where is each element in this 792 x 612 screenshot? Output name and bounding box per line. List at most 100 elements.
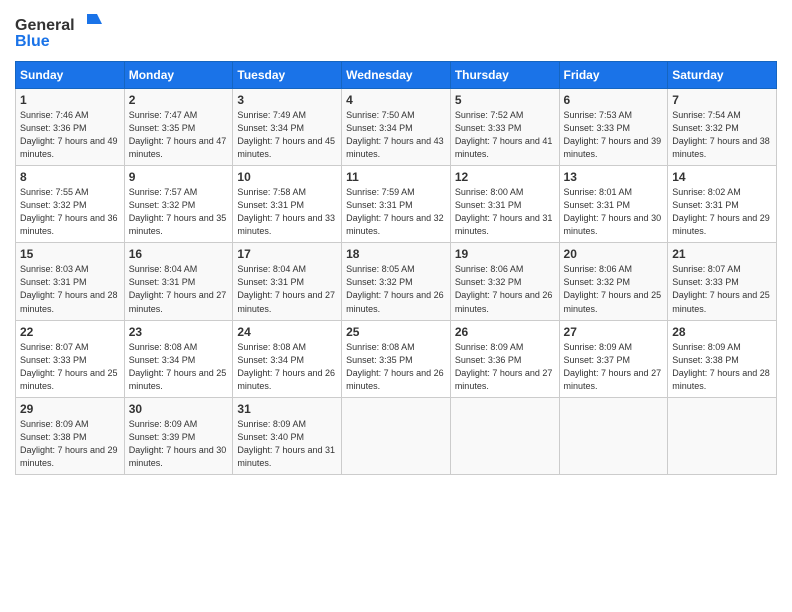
col-header-monday: Monday [124, 62, 233, 89]
day-number: 8 [20, 170, 120, 184]
calendar-cell: 25Sunrise: 8:08 AMSunset: 3:35 PMDayligh… [342, 320, 451, 397]
day-info: Sunrise: 7:49 AMSunset: 3:34 PMDaylight:… [237, 109, 337, 161]
day-number: 24 [237, 325, 337, 339]
col-header-wednesday: Wednesday [342, 62, 451, 89]
calendar-cell: 10Sunrise: 7:58 AMSunset: 3:31 PMDayligh… [233, 166, 342, 243]
day-number: 15 [20, 247, 120, 261]
calendar-cell: 7 Sunrise: 7:54 AMSunset: 3:32 PMDaylight… [668, 89, 777, 166]
day-info: Sunrise: 8:09 AMSunset: 3:38 PMDaylight:… [672, 341, 772, 393]
day-info: Sunrise: 8:09 AMSunset: 3:36 PMDaylight:… [455, 341, 555, 393]
day-info: Sunrise: 8:07 AMSunset: 3:33 PMDaylight:… [672, 263, 772, 315]
calendar-cell [450, 397, 559, 474]
day-number: 10 [237, 170, 337, 184]
day-number: 17 [237, 247, 337, 261]
week-row-1: 8 Sunrise: 7:55 AMSunset: 3:32 PMDaylight… [16, 166, 777, 243]
day-number: 18 [346, 247, 446, 261]
col-header-sunday: Sunday [16, 62, 125, 89]
day-number: 27 [564, 325, 664, 339]
logo-block: General Blue [15, 10, 105, 55]
calendar-cell [668, 397, 777, 474]
day-info: Sunrise: 7:47 AMSunset: 3:35 PMDaylight:… [129, 109, 229, 161]
week-row-2: 15 Sunrise: 8:03 AMSunset: 3:31 PMDayligh… [16, 243, 777, 320]
day-info: Sunrise: 7:55 AMSunset: 3:32 PMDaylight:… [20, 186, 120, 238]
day-info: Sunrise: 8:04 AMSunset: 3:31 PMDaylight:… [237, 263, 337, 315]
calendar-cell: 9 Sunrise: 7:57 AMSunset: 3:32 PMDaylight… [124, 166, 233, 243]
calendar-cell: 5 Sunrise: 7:52 AMSunset: 3:33 PMDaylight… [450, 89, 559, 166]
day-number: 14 [672, 170, 772, 184]
day-info: Sunrise: 8:09 AMSunset: 3:39 PMDaylight:… [129, 418, 229, 470]
day-number: 19 [455, 247, 555, 261]
day-info: Sunrise: 7:52 AMSunset: 3:33 PMDaylight:… [455, 109, 555, 161]
calendar-cell: 31 Sunrise: 8:09 AMSunset: 3:40 PMDayligh… [233, 397, 342, 474]
day-info: Sunrise: 7:57 AMSunset: 3:32 PMDaylight:… [129, 186, 229, 238]
day-info: Sunrise: 8:09 AMSunset: 3:38 PMDaylight:… [20, 418, 120, 470]
calendar-cell: 24 Sunrise: 8:08 AMSunset: 3:34 PMDayligh… [233, 320, 342, 397]
day-number: 1 [20, 93, 120, 107]
day-number: 12 [455, 170, 555, 184]
calendar-cell: 30Sunrise: 8:09 AMSunset: 3:39 PMDayligh… [124, 397, 233, 474]
calendar-cell: 8 Sunrise: 7:55 AMSunset: 3:32 PMDaylight… [16, 166, 125, 243]
week-row-4: 29 Sunrise: 8:09 AMSunset: 3:38 PMDayligh… [16, 397, 777, 474]
calendar-cell: 26 Sunrise: 8:09 AMSunset: 3:36 PMDayligh… [450, 320, 559, 397]
calendar-cell [559, 397, 668, 474]
svg-text:General: General [15, 17, 75, 34]
calendar-cell: 2 Sunrise: 7:47 AMSunset: 3:35 PMDaylight… [124, 89, 233, 166]
calendar-cell: 17 Sunrise: 8:04 AMSunset: 3:31 PMDayligh… [233, 243, 342, 320]
day-info: Sunrise: 8:08 AMSunset: 3:34 PMDaylight:… [237, 341, 337, 393]
week-row-0: 1 Sunrise: 7:46 AMSunset: 3:36 PMDaylight… [16, 89, 777, 166]
day-info: Sunrise: 8:03 AMSunset: 3:31 PMDaylight:… [20, 263, 120, 315]
calendar-cell: 22 Sunrise: 8:07 AMSunset: 3:33 PMDayligh… [16, 320, 125, 397]
day-info: Sunrise: 7:54 AMSunset: 3:32 PMDaylight:… [672, 109, 772, 161]
day-number: 25 [346, 325, 446, 339]
calendar-cell: 4 Sunrise: 7:50 AMSunset: 3:34 PMDaylight… [342, 89, 451, 166]
day-number: 5 [455, 93, 555, 107]
day-number: 4 [346, 93, 446, 107]
day-info: Sunrise: 8:00 AMSunset: 3:31 PMDaylight:… [455, 186, 555, 238]
day-number: 21 [672, 247, 772, 261]
day-info: Sunrise: 8:07 AMSunset: 3:33 PMDaylight:… [20, 341, 120, 393]
calendar-cell: 16Sunrise: 8:04 AMSunset: 3:31 PMDayligh… [124, 243, 233, 320]
day-info: Sunrise: 7:46 AMSunset: 3:36 PMDaylight:… [20, 109, 120, 161]
day-info: Sunrise: 7:59 AMSunset: 3:31 PMDaylight:… [346, 186, 446, 238]
calendar-cell: 28 Sunrise: 8:09 AMSunset: 3:38 PMDayligh… [668, 320, 777, 397]
day-number: 2 [129, 93, 229, 107]
calendar-cell: 12 Sunrise: 8:00 AMSunset: 3:31 PMDayligh… [450, 166, 559, 243]
day-number: 26 [455, 325, 555, 339]
day-number: 31 [237, 402, 337, 416]
col-header-friday: Friday [559, 62, 668, 89]
calendar-cell: 11Sunrise: 7:59 AMSunset: 3:31 PMDayligh… [342, 166, 451, 243]
page-container: General Blue SundayMondayTuesdayWednesda… [0, 0, 792, 485]
day-number: 20 [564, 247, 664, 261]
calendar-cell: 13Sunrise: 8:01 AMSunset: 3:31 PMDayligh… [559, 166, 668, 243]
calendar-cell: 29 Sunrise: 8:09 AMSunset: 3:38 PMDayligh… [16, 397, 125, 474]
day-info: Sunrise: 8:06 AMSunset: 3:32 PMDaylight:… [455, 263, 555, 315]
day-info: Sunrise: 7:53 AMSunset: 3:33 PMDaylight:… [564, 109, 664, 161]
day-number: 29 [20, 402, 120, 416]
col-header-saturday: Saturday [668, 62, 777, 89]
calendar-cell: 6Sunrise: 7:53 AMSunset: 3:33 PMDaylight… [559, 89, 668, 166]
day-info: Sunrise: 8:09 AMSunset: 3:37 PMDaylight:… [564, 341, 664, 393]
day-number: 7 [672, 93, 772, 107]
day-number: 3 [237, 93, 337, 107]
col-header-tuesday: Tuesday [233, 62, 342, 89]
calendar-cell: 23 Sunrise: 8:08 AMSunset: 3:34 PMDayligh… [124, 320, 233, 397]
calendar-cell [342, 397, 451, 474]
day-info: Sunrise: 8:08 AMSunset: 3:34 PMDaylight:… [129, 341, 229, 393]
calendar-cell: 15 Sunrise: 8:03 AMSunset: 3:31 PMDayligh… [16, 243, 125, 320]
day-info: Sunrise: 7:50 AMSunset: 3:34 PMDaylight:… [346, 109, 446, 161]
calendar-cell: 18Sunrise: 8:05 AMSunset: 3:32 PMDayligh… [342, 243, 451, 320]
header-row: SundayMondayTuesdayWednesdayThursdayFrid… [16, 62, 777, 89]
day-number: 23 [129, 325, 229, 339]
day-number: 9 [129, 170, 229, 184]
logo-svg: General Blue [15, 10, 105, 50]
svg-text:Blue: Blue [15, 33, 50, 50]
calendar-table: SundayMondayTuesdayWednesdayThursdayFrid… [15, 61, 777, 475]
day-number: 22 [20, 325, 120, 339]
day-number: 28 [672, 325, 772, 339]
day-info: Sunrise: 8:09 AMSunset: 3:40 PMDaylight:… [237, 418, 337, 470]
day-info: Sunrise: 8:04 AMSunset: 3:31 PMDaylight:… [129, 263, 229, 315]
col-header-thursday: Thursday [450, 62, 559, 89]
calendar-cell: 21 Sunrise: 8:07 AMSunset: 3:33 PMDayligh… [668, 243, 777, 320]
calendar-cell: 3 Sunrise: 7:49 AMSunset: 3:34 PMDaylight… [233, 89, 342, 166]
calendar-cell: 14Sunrise: 8:02 AMSunset: 3:31 PMDayligh… [668, 166, 777, 243]
